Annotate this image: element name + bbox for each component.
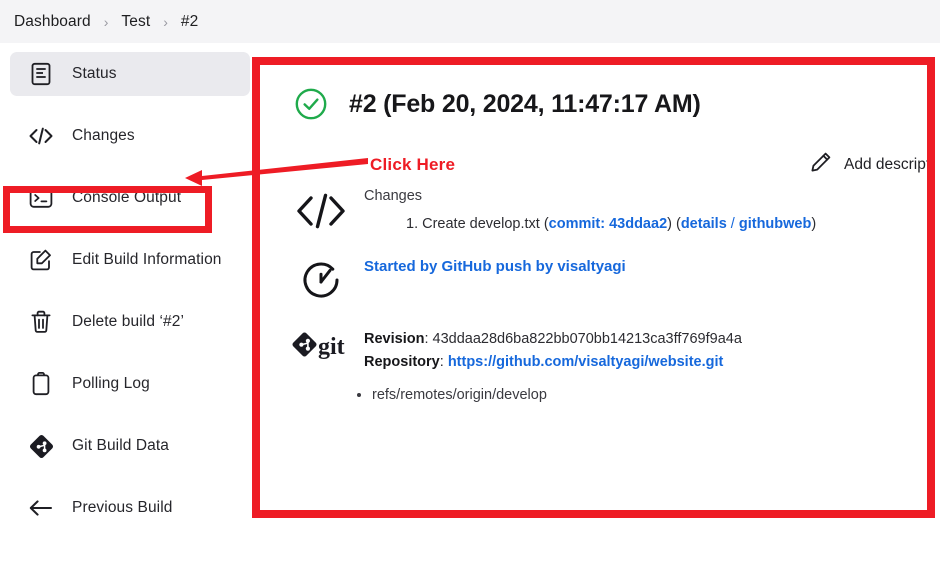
revision-line: Revision: 43ddaa28d6ba822bb070bb14213ca3… [364,328,742,351]
sidebar-item-label: Status [72,65,117,82]
add-description-button[interactable]: Add description [810,151,927,178]
started-by-link[interactable]: Started by GitHub push by visaltyagi [364,258,626,275]
breadcrumb: Dashboard › Test › #2 [0,0,940,43]
sidebar-item-changes[interactable]: Changes [10,114,250,158]
document-icon [28,61,54,87]
pencil-icon [810,151,832,178]
repository-colon: : [439,354,448,371]
revision-value: 43ddaa28d6ba822bb070bb14213ca3ff769f9a4a [432,331,742,347]
sidebar-item-label: Git Build Data [72,437,170,454]
page-title: #2 (Feb 20, 2024, 11:47:17 AM) [349,89,701,118]
breadcrumb-item-build[interactable]: #2 [181,13,198,31]
changes-entry-text: Create develop.txt [422,216,540,232]
trash-icon [28,309,54,335]
terminal-icon [28,185,54,211]
sidebar-item-label: Previous Build [72,499,173,516]
code-brackets-icon [288,188,354,232]
sidebar-item-git-build-data[interactable]: Git Build Data [10,424,250,468]
sidebar-item-label: Polling Log [72,375,150,392]
sidebar-item-label: Console Output [72,189,182,206]
clipboard-icon [28,371,54,397]
svg-text:git: git [318,334,345,360]
edit-square-icon [28,247,54,273]
list-item: refs/remotes/origin/develop [372,385,927,405]
sidebar-item-status[interactable]: Status [10,52,250,96]
sidebar-item-previous-build[interactable]: Previous Build [10,486,250,530]
breadcrumb-item-dashboard[interactable]: Dashboard [14,13,91,31]
breadcrumb-separator-icon: › [103,13,109,30]
sidebar: Status Changes Console Output Edit Build… [0,52,256,548]
revision-label: Revision [364,331,425,347]
changes-entry: 1. Create develop.txt (commit: 43ddaa2) … [406,216,817,232]
build-header: #2 (Feb 20, 2024, 11:47:17 AM) [294,87,927,121]
arrow-left-icon [28,495,54,521]
commit-link[interactable]: commit: 43ddaa2 [549,216,667,232]
build-details-panel: #2 (Feb 20, 2024, 11:47:17 AM) Add descr… [252,57,935,518]
repository-link[interactable]: https://github.com/visaltyagi/website.gi… [448,354,724,370]
sidebar-item-label: Edit Build Information [72,251,222,268]
sidebar-item-label: Delete build ‘#2’ [72,313,184,330]
changes-heading: Changes [364,188,423,204]
git-icon: git [288,328,354,375]
link-separator: / [730,216,735,232]
breadcrumb-separator-icon: › [163,13,168,30]
git-icon [28,433,54,459]
sidebar-item-edit-build-information[interactable]: Edit Build Information [10,238,250,282]
sidebar-item-delete-build[interactable]: Delete build ‘#2’ [10,300,250,344]
started-by-section: Started by GitHub push by visaltyagi [288,258,927,304]
sidebar-item-label: Changes [72,127,135,144]
refs-list: refs/remotes/origin/develop [372,385,927,405]
git-section: git Revision: 43ddaa28d6ba822bb070bb1421… [288,328,927,375]
changes-section: Changes 1. Create develop.txt (commit: 4… [288,188,927,232]
add-description-label: Add description [844,155,934,173]
sidebar-item-polling-log[interactable]: Polling Log [10,362,250,406]
githubweb-link[interactable]: githubweb [739,216,812,232]
clock-icon [288,258,354,304]
breadcrumb-item-test[interactable]: Test [121,13,150,31]
repository-line: Repository: https://github.com/visaltyag… [364,351,742,374]
code-brackets-icon [28,123,54,149]
sidebar-item-console-output[interactable]: Console Output [10,176,250,220]
revision-colon: : [424,331,433,347]
changes-entry-number: 1. [406,216,419,232]
details-link[interactable]: details [681,216,727,232]
click-here-annotation-label: Click Here [370,155,456,174]
success-check-icon [294,87,328,121]
repository-label: Repository [364,354,440,371]
